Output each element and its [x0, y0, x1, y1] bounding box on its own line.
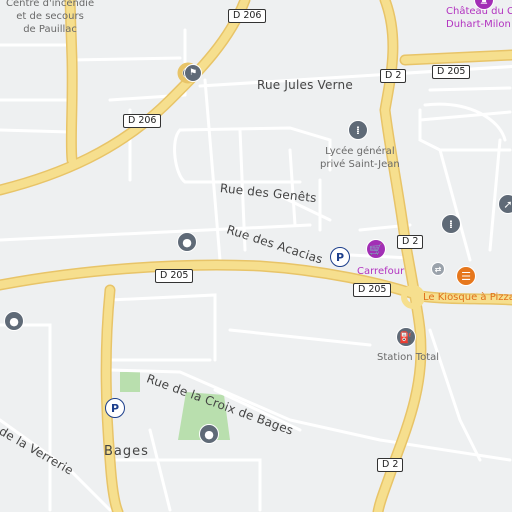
- place-label-centre-incendie: Centre d'incendie et de secours de Pauil…: [6, 0, 94, 36]
- restaurant-icon[interactable]: ☰: [456, 266, 476, 286]
- road-shield-d205: D 205: [353, 283, 392, 297]
- place-pin-icon[interactable]: ➚: [498, 194, 512, 214]
- road-shield-d205: D 205: [155, 269, 194, 283]
- green-area: [120, 372, 140, 392]
- place-label-line: privé Saint-Jean: [320, 159, 400, 170]
- map-canvas[interactable]: D 206 D 206 D 2 D 2 D 2 D 205 D 205 D 20…: [0, 0, 512, 512]
- school-icon[interactable]: ⁞: [348, 120, 368, 140]
- place-label-kiosque: Le Kiosque à Pizzas: [423, 292, 512, 303]
- street-label-jules-verne: Rue Jules Verne: [257, 78, 353, 92]
- road-shield-d206: D 206: [228, 9, 267, 23]
- traffic-arrows-icon: ⇄: [431, 262, 445, 276]
- town-label-bages: Bages: [104, 444, 149, 459]
- place-label-lycee: Lycée général privé Saint-Jean: [320, 145, 400, 171]
- fuel-pump-icon[interactable]: ⛽: [396, 327, 416, 347]
- place-pin-icon[interactable]: ●: [199, 424, 219, 444]
- school-icon[interactable]: ⁞: [441, 214, 461, 234]
- place-label-line: et de secours: [16, 11, 84, 22]
- place-label-line: de Pauillac: [23, 24, 77, 35]
- road-shield-d206: D 206: [123, 114, 162, 128]
- place-label-station: Station Total: [377, 352, 440, 363]
- shopping-cart-icon[interactable]: 🛒: [366, 239, 386, 259]
- road-shield-d2: D 2: [397, 235, 424, 249]
- place-pin-icon[interactable]: ●: [4, 311, 24, 331]
- road-shield-d2: D 2: [380, 69, 407, 83]
- road-shield-d2: D 2: [377, 458, 404, 472]
- parking-icon[interactable]: P: [330, 247, 350, 267]
- landmark-icon[interactable]: ⚑: [184, 64, 202, 82]
- road-shield-d205: D 205: [432, 65, 471, 79]
- place-label-line: Lycée général: [325, 146, 395, 157]
- place-label-carrefour: Carrefour: [357, 266, 405, 277]
- place-pin-icon[interactable]: ●: [177, 232, 197, 252]
- parking-icon[interactable]: P: [105, 398, 125, 418]
- place-label-line: Centre d'incendie: [6, 0, 95, 9]
- place-label-line: Duhart-Milon: [446, 19, 511, 30]
